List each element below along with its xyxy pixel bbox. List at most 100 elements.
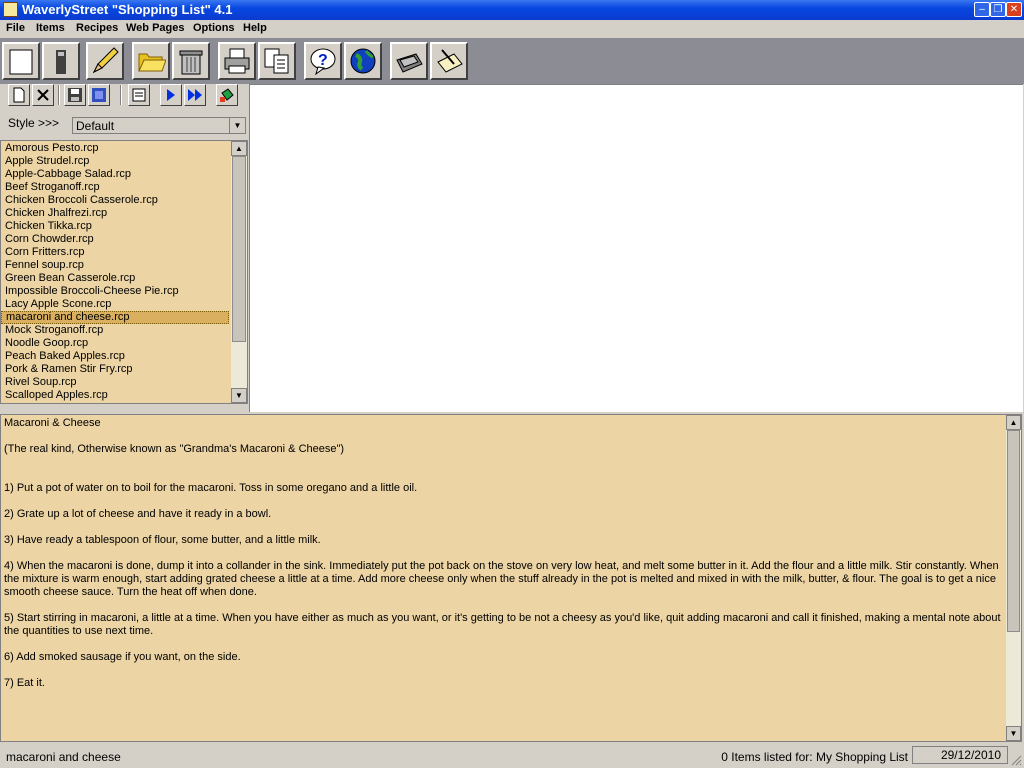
recipe-text-line [4,638,1004,651]
globe-icon [350,48,376,74]
menu-web-pages[interactable]: Web Pages [126,22,185,34]
title-bar: WaverlyStreet "Shopping List" 4.1 – ❐ ✕ [0,0,1024,20]
web-button[interactable] [344,42,382,80]
window-title: WaverlyStreet "Shopping List" 4.1 [22,2,233,17]
recipe-text-line [4,469,1004,482]
recipe-list-scrollbar[interactable]: ▲ ▼ [231,141,247,403]
save-list-button[interactable] [88,84,110,106]
paint-bucket-icon [220,88,234,102]
menu-options[interactable]: Options [193,22,235,34]
recipe-text-line: Macaroni & Cheese [4,417,101,429]
pencil-icon [92,47,119,74]
recipe-toolbar [0,84,248,114]
new-list-icon [9,49,33,75]
menu-help[interactable]: Help [243,22,267,34]
svg-text:?: ? [318,52,328,69]
recipe-text-pane[interactable]: Macaroni & Cheese (The real kind, Otherwi… [0,414,1022,742]
list-item[interactable]: Noodle Goop.rcp [1,337,231,350]
recipe-text-line [4,430,1004,443]
menu-bar: File Items Recipes Web Pages Options Hel… [0,20,1024,38]
restore-button[interactable]: ❐ [990,2,1006,17]
list-item[interactable]: Green Bean Casserole.rcp [1,272,231,285]
save-disk-icon [68,88,82,102]
delete-x-icon [37,89,49,101]
menu-items[interactable]: Items [36,22,65,34]
recipe-text-line: 7) Eat it. [4,677,45,689]
menu-recipes[interactable]: Recipes [76,22,118,34]
recipe-text-line [4,664,1004,677]
save-recipe-button[interactable] [64,84,86,106]
recipe-list-items: Amorous Pesto.rcp Apple Strudel.rcp Apple-… [1,142,231,402]
scroll-thumb[interactable] [1007,430,1020,632]
notes-icon [132,88,146,102]
list-item[interactable]: Pork & Ramen Stir Fry.rcp [1,363,231,376]
app-icon[interactable] [3,2,18,17]
list-item[interactable]: Corn Chowder.rcp [1,233,231,246]
scroll-thumb[interactable] [232,156,246,342]
recipe-text-line [4,456,1004,469]
list-item[interactable]: Mock Stroganoff.rcp [1,324,231,337]
delete-recipe-button[interactable] [32,84,54,106]
copy-pages-icon [264,48,289,74]
recipe-text-line: 2) Grate up a lot of cheese and have it … [4,508,272,520]
help-icon: ? [310,48,336,76]
recipe-text[interactable]: Macaroni & Cheese (The real kind, Otherwi… [4,417,1004,690]
list-item[interactable]: Scalloped Apples.rcp [1,389,231,402]
list-item[interactable]: Amorous Pesto.rcp [1,142,231,155]
new-list-button[interactable] [2,42,40,80]
list-item[interactable]: Chicken Jhalfrezi.rcp [1,207,231,220]
scroll-down-arrow-icon[interactable]: ▼ [231,388,247,403]
list-item[interactable]: Apple Strudel.rcp [1,155,231,168]
list-item[interactable]: Impossible Broccoli-Cheese Pie.rcp [1,285,231,298]
recipe-text-line: 4) When the macaroni is done, dump it in… [4,560,1002,598]
fax-button[interactable] [390,42,428,80]
recipe-text-line: 5) Start stirring in macaroni, a little … [4,612,1004,637]
scroll-down-arrow-icon[interactable]: ▼ [1006,726,1021,741]
list-item[interactable]: Fennel soup.rcp [1,259,231,272]
print-button[interactable] [218,42,256,80]
status-item-count: 0 Items listed for: My Shopping List [721,750,908,764]
main-toolbar: ? [0,38,1024,84]
menu-file[interactable]: File [6,22,25,34]
list-item[interactable]: Chicken Broccoli Casserole.rcp [1,194,231,207]
list-item[interactable]: Beef Stroganoff.rcp [1,181,231,194]
resize-grip-icon[interactable] [1010,754,1022,766]
notes-button[interactable] [128,84,150,106]
list-item[interactable]: Corn Fritters.rcp [1,246,231,259]
list-item[interactable]: Apple-Cabbage Salad.rcp [1,168,231,181]
toolbar-separator [58,85,60,105]
trash-can-icon [179,50,203,75]
list-item[interactable]: Rivel Soup.rcp [1,376,231,389]
notepad-button[interactable] [430,42,468,80]
copy-pages-button[interactable] [258,42,296,80]
list-item[interactable]: Peach Baked Apples.rcp [1,350,231,363]
recipe-text-line [4,547,1004,560]
fast-forward-button[interactable] [184,84,206,106]
preview-pane [249,84,1023,412]
open-folder-button[interactable] [132,42,170,80]
minimize-button[interactable]: – [974,2,990,17]
style-button[interactable] [216,84,238,106]
recipe-text-line [4,521,1004,534]
list-item[interactable]: macaroni and cheese.rcp [1,311,229,324]
folder-icon [138,53,166,72]
delete-button[interactable] [172,42,210,80]
help-button[interactable]: ? [304,42,342,80]
play-button[interactable] [160,84,182,106]
recipe-list[interactable]: Amorous Pesto.rcp Apple Strudel.rcp Apple-… [0,140,248,404]
edit-button[interactable] [86,42,124,80]
save-list-icon [92,88,106,102]
new-recipe-button[interactable] [8,84,30,106]
chevron-down-icon[interactable]: ▼ [229,118,245,133]
phone-button[interactable] [42,42,80,80]
recipe-text-scrollbar[interactable]: ▲ ▼ [1006,415,1021,741]
fast-forward-icon [188,89,202,101]
style-dropdown[interactable]: Default ▼ [72,117,246,134]
list-item[interactable]: Lacy Apple Scone.rcp [1,298,231,311]
scroll-up-arrow-icon[interactable]: ▲ [231,141,247,156]
printer-icon [224,48,250,74]
close-button[interactable]: ✕ [1006,2,1022,17]
list-item[interactable]: Chicken Tikka.rcp [1,220,231,233]
scroll-up-arrow-icon[interactable]: ▲ [1006,415,1021,430]
toolbar-separator [120,85,122,105]
